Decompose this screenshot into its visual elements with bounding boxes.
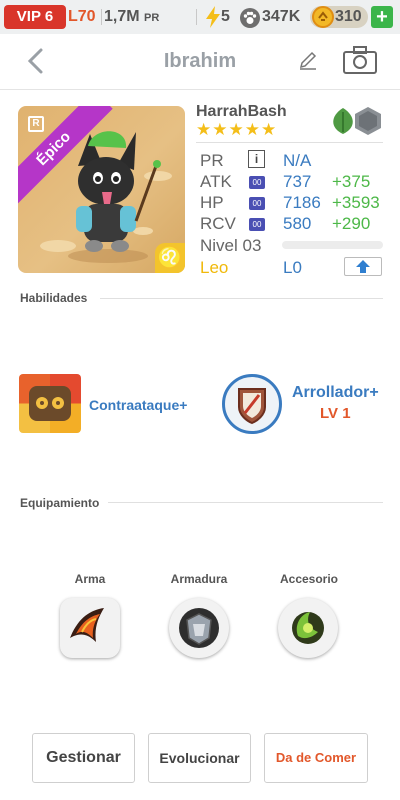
zodiac-icon: ♌ bbox=[155, 243, 185, 273]
stat-badge-hp: 00 bbox=[249, 197, 265, 210]
upgrade-button[interactable] bbox=[344, 257, 382, 276]
stat-value-rcv: 580 bbox=[283, 214, 312, 233]
stat-bonus-rcv: +290 bbox=[332, 214, 371, 233]
stat-value-pr: N/A bbox=[283, 151, 312, 170]
weapon-label: Arma bbox=[74, 572, 106, 586]
accessory-icon bbox=[292, 612, 324, 644]
energy-icon bbox=[206, 6, 220, 28]
accessory-label: Accesorio bbox=[279, 572, 339, 586]
skill-icon-trample[interactable] bbox=[222, 374, 282, 434]
skill-level-trample: LV 1 bbox=[320, 405, 351, 422]
arrow-up-icon bbox=[356, 260, 370, 273]
star-rating: ★★★★★ bbox=[196, 120, 278, 139]
skills-title: Habilidades bbox=[20, 291, 88, 305]
power-unit: PR bbox=[144, 12, 160, 24]
power-rating: 1,7M PR bbox=[104, 5, 159, 30]
stat-badge-atk: 00 bbox=[249, 176, 265, 189]
stat-bonus-atk: +375 bbox=[332, 172, 371, 191]
nivel-label: Nivel 03 bbox=[200, 236, 262, 255]
divider bbox=[196, 9, 197, 25]
skill-icon-counterattack[interactable] bbox=[19, 374, 81, 433]
energy-count: 5 bbox=[221, 8, 230, 25]
rarity-icon: R bbox=[28, 116, 44, 132]
coin-count: 310 bbox=[335, 8, 362, 25]
claw-weapon-icon bbox=[70, 608, 104, 642]
stat-value-atk: 737 bbox=[283, 172, 312, 191]
coin-icon bbox=[312, 6, 334, 28]
skill-label-trample[interactable]: Arrollador+ bbox=[292, 384, 379, 402]
luck-level: L0 bbox=[283, 258, 302, 277]
back-icon[interactable] bbox=[22, 46, 52, 76]
power-value: 1,7M bbox=[104, 8, 140, 25]
stat-label-rcv: RCV bbox=[200, 214, 236, 233]
skill-label-counterattack[interactable]: Contraataque+ bbox=[89, 397, 187, 413]
divider bbox=[108, 502, 383, 503]
pet-name: HarrahBash bbox=[196, 103, 287, 120]
paw-count: 347K bbox=[262, 8, 301, 25]
page-title: Ibrahim bbox=[163, 50, 237, 72]
divider bbox=[101, 9, 102, 25]
feed-button[interactable]: Da de Comer bbox=[264, 733, 368, 783]
page-header: Ibrahim bbox=[0, 34, 400, 90]
info-icon[interactable]: i bbox=[248, 150, 265, 168]
accessory-slot[interactable] bbox=[278, 598, 338, 658]
armor-slot[interactable] bbox=[169, 598, 229, 658]
stat-label-pr: PR bbox=[200, 151, 224, 170]
element-icons bbox=[333, 107, 381, 135]
add-coins-button[interactable]: + bbox=[371, 6, 393, 28]
paw-icon bbox=[240, 8, 260, 28]
camera-icon[interactable] bbox=[342, 45, 378, 75]
stat-badge-rcv: 00 bbox=[249, 218, 265, 231]
vip-badge[interactable]: VIP 6 bbox=[4, 5, 66, 29]
equipment-title: Equipamiento bbox=[20, 496, 100, 510]
edit-icon[interactable] bbox=[296, 48, 320, 72]
stat-label-hp: HP bbox=[200, 193, 224, 212]
stat-label-atk: ATK bbox=[200, 172, 232, 191]
stat-value-hp: 7186 bbox=[283, 193, 321, 212]
stat-bonus-hp: +3593 bbox=[332, 193, 380, 212]
evolve-button[interactable]: Evolucionar bbox=[148, 733, 251, 783]
divider bbox=[100, 298, 383, 299]
player-level: L70 bbox=[68, 8, 96, 25]
armor-label: Armadura bbox=[170, 572, 228, 586]
armor-icon bbox=[179, 608, 219, 648]
weapon-slot[interactable] bbox=[60, 598, 120, 658]
status-bar: VIP 6 L70 1,7M PR 5 347K 310 + bbox=[0, 0, 400, 34]
divider bbox=[196, 142, 383, 143]
nivel-progress-bar bbox=[282, 241, 383, 249]
manage-button[interactable]: Gestionar bbox=[32, 733, 135, 783]
zodiac-sign-label: Leo bbox=[200, 258, 229, 277]
pet-portrait[interactable]: R Épico ♌ bbox=[18, 106, 185, 273]
